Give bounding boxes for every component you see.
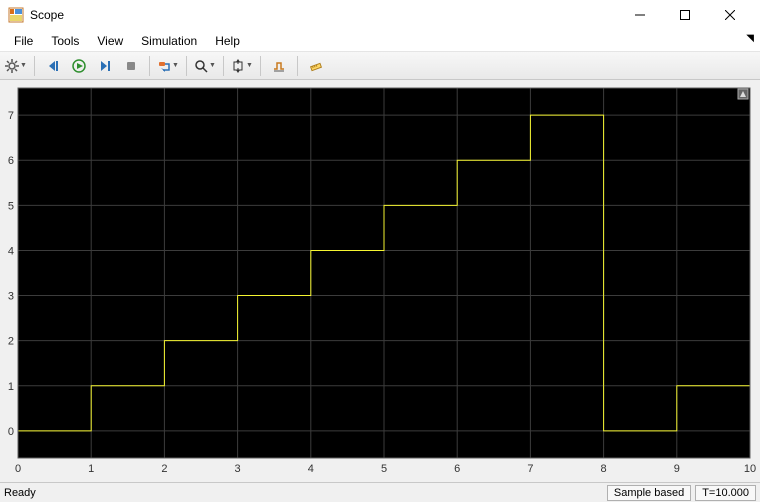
zoom-icon[interactable]: ▼	[193, 55, 217, 77]
toolbar-separator	[223, 56, 224, 76]
menubar: File Tools View Simulation Help ◥	[0, 30, 760, 52]
measure-icon[interactable]	[304, 55, 328, 77]
svg-text:8: 8	[601, 463, 607, 475]
svg-text:6: 6	[8, 155, 14, 167]
svg-text:3: 3	[8, 291, 14, 303]
play-icon[interactable]	[67, 55, 91, 77]
stop-icon[interactable]	[119, 55, 143, 77]
svg-text:1: 1	[8, 381, 14, 393]
toolbar: ▼ ▼ ▼ ▼	[0, 52, 760, 80]
svg-text:0: 0	[15, 463, 21, 475]
triggers-icon[interactable]	[267, 55, 291, 77]
svg-text:0: 0	[8, 426, 14, 438]
svg-text:9: 9	[674, 463, 680, 475]
menu-view[interactable]: View	[89, 32, 131, 50]
svg-text:2: 2	[161, 463, 167, 475]
svg-text:5: 5	[381, 463, 387, 475]
menu-help[interactable]: Help	[207, 32, 248, 50]
svg-text:4: 4	[8, 245, 14, 257]
svg-text:7: 7	[8, 110, 14, 122]
svg-text:10: 10	[744, 463, 756, 475]
gear-icon[interactable]: ▼	[4, 55, 28, 77]
plot-region: 0 1 2 3 4 5 6 7 0 1 2 3 4 5 6 7 8 9 10	[0, 80, 760, 482]
status-time: T=10.000	[695, 485, 756, 501]
toolbar-separator	[149, 56, 150, 76]
minimize-button[interactable]	[617, 0, 662, 30]
status-ready: Ready	[4, 487, 603, 499]
pin-icon[interactable]: ◥	[746, 33, 754, 44]
svg-text:4: 4	[308, 463, 314, 475]
svg-text:5: 5	[8, 200, 14, 212]
maximize-button[interactable]	[662, 0, 707, 30]
svg-text:3: 3	[235, 463, 241, 475]
step-back-icon[interactable]	[41, 55, 65, 77]
titlebar: Scope	[0, 0, 760, 30]
window-title: Scope	[30, 8, 617, 22]
toolbar-separator	[297, 56, 298, 76]
close-button[interactable]	[707, 0, 752, 30]
menu-file[interactable]: File	[6, 32, 41, 50]
menu-simulation[interactable]: Simulation	[133, 32, 205, 50]
status-sample: Sample based	[607, 485, 691, 501]
step-forward-icon[interactable]	[93, 55, 117, 77]
scale-icon[interactable]: ▼	[230, 55, 254, 77]
window-controls	[617, 0, 752, 30]
highlight-icon[interactable]: ▼	[156, 55, 180, 77]
toolbar-separator	[186, 56, 187, 76]
svg-text:1: 1	[88, 463, 94, 475]
svg-text:6: 6	[454, 463, 460, 475]
menu-tools[interactable]: Tools	[43, 32, 87, 50]
app-icon	[8, 7, 24, 23]
toolbar-separator	[260, 56, 261, 76]
toolbar-separator	[34, 56, 35, 76]
svg-text:7: 7	[527, 463, 533, 475]
scope-chart[interactable]: 0 1 2 3 4 5 6 7 0 1 2 3 4 5 6 7 8 9 10	[4, 84, 756, 478]
svg-text:2: 2	[8, 336, 14, 348]
statusbar: Ready Sample based T=10.000	[0, 482, 760, 502]
